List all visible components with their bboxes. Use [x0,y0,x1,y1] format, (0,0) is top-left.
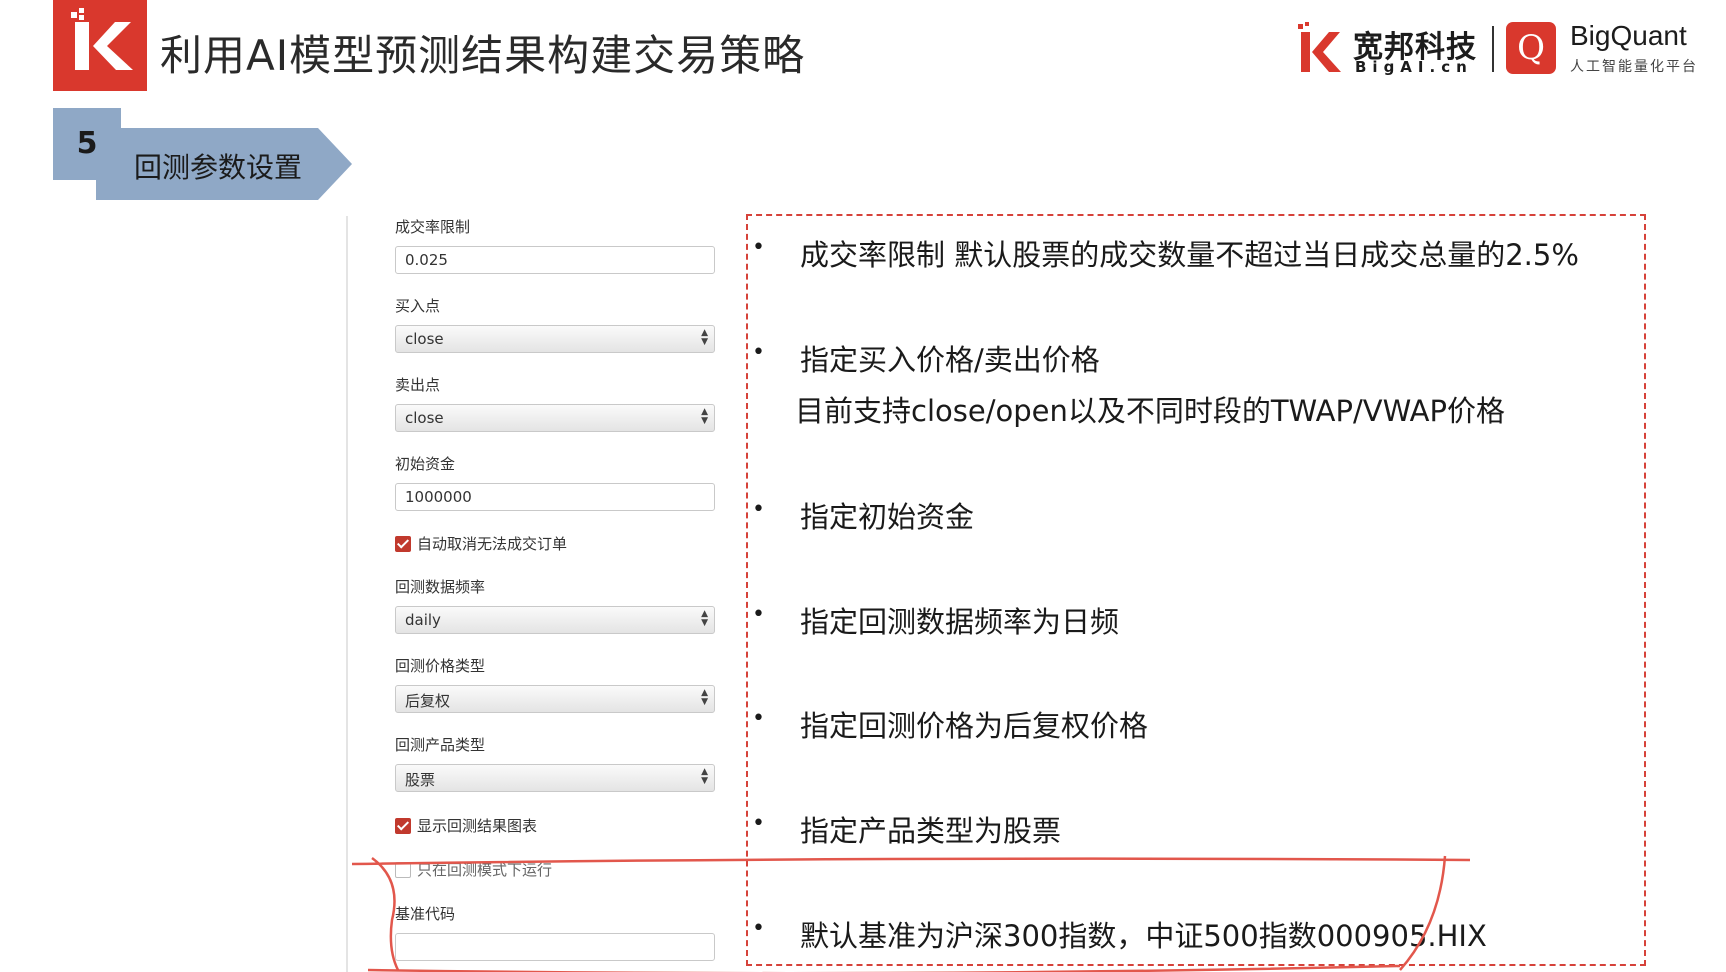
auto-cancel-label: 自动取消无法成交订单 [417,535,568,553]
price-type-select[interactable]: 后复权 ▲ ▼ [395,685,715,713]
course-logo [53,0,147,91]
bullet-icon: • [752,235,765,260]
bullet-icon: • [752,811,765,836]
bigai-logo-icon [1298,22,1341,72]
select-arrows-icon: ▲ ▼ [701,328,708,347]
product-type-label: 回测产品类型 [395,736,486,754]
show-chart-checkbox[interactable] [395,818,411,834]
section-number: 5 [76,126,98,161]
section-title: 回测参数设置 [134,151,303,184]
section-heading: 回测参数设置 [96,128,352,200]
bigai-brand: 宽邦科技 BigAI.cn [1295,18,1485,78]
fill-rate-input[interactable]: 0.025 [395,246,715,274]
benchmark-label: 基准代码 [395,905,456,923]
auto-cancel-checkbox[interactable] [395,536,411,552]
select-arrows-icon: ▲ ▼ [701,407,708,426]
benchmark-input[interactable] [395,933,715,961]
desc-price-type: 指定回测价格为后复权价格 [800,709,1149,743]
buy-point-value: close [405,330,444,348]
backtest-only-checkbox[interactable] [395,862,411,878]
show-chart-label: 显示回测结果图表 [417,817,538,835]
product-type-value: 股票 [405,771,436,789]
product-type-select[interactable]: 股票 ▲ ▼ [395,764,715,792]
initial-capital-label: 初始资金 [395,455,456,473]
data-frequency-value: daily [405,611,441,629]
select-arrows-icon: ▲ ▼ [701,688,708,707]
backtest-only-label: 只在回测模式下运行 [417,861,553,879]
buy-point-select[interactable]: close ▲ ▼ [395,325,715,353]
bullet-icon: • [752,602,765,627]
sell-point-label: 卖出点 [395,376,441,394]
select-arrows-icon: ▲ ▼ [701,767,708,786]
data-frequency-select[interactable]: daily ▲ ▼ [395,606,715,634]
bigquant-logo-icon: Q [1506,22,1556,74]
desc-benchmark: 默认基准为沪深300指数，中证500指数000905.HIX [800,919,1487,953]
price-type-label: 回测价格类型 [395,657,486,675]
annotation-bottom-stroke [367,964,1401,972]
bullet-icon: • [752,706,765,731]
desc-fill-rate: 成交率限制 默认股票的成交数量不超过当日成交总量的2.5% [800,238,1579,272]
description-box [746,214,1646,966]
sell-point-select[interactable]: close ▲ ▼ [395,404,715,432]
bigquant-brand-tagline: 人工智能量化平台 [1570,59,1698,75]
bullet-icon: • [752,340,765,365]
bigquant-brand-name: BigQuant [1570,20,1687,51]
bigquant-brand: Q BigQuant 人工智能量化平台 [1506,20,1716,80]
desc-price-points: 指定买入价格/卖出价格 [800,343,1100,377]
data-frequency-label: 回测数据频率 [395,578,486,596]
bigai-brand-domain: BigAI.cn [1355,58,1473,76]
section-number-badge: 5 [53,108,121,180]
bullet-icon: • [752,916,765,941]
brand-divider [1492,26,1494,72]
select-arrows-icon: ▲ ▼ [701,609,708,628]
sell-point-value: close [405,409,444,427]
desc-product-type: 指定产品类型为股票 [800,814,1062,848]
bullet-icon: • [752,497,765,522]
desc-price-points-detail: 目前支持close/open以及不同时段的TWAP/VWAP价格 [795,394,1505,428]
panel-divider [346,216,348,972]
buy-point-label: 买入点 [395,297,441,315]
page-title: 利用AI模型预测结果构建交易策略 [160,31,806,80]
desc-data-frequency: 指定回测数据频率为日频 [800,605,1120,639]
desc-initial-capital: 指定初始资金 [800,500,975,534]
price-type-value: 后复权 [405,692,451,710]
fill-rate-label: 成交率限制 [395,218,471,236]
initial-capital-input[interactable]: 1000000 [395,483,715,511]
